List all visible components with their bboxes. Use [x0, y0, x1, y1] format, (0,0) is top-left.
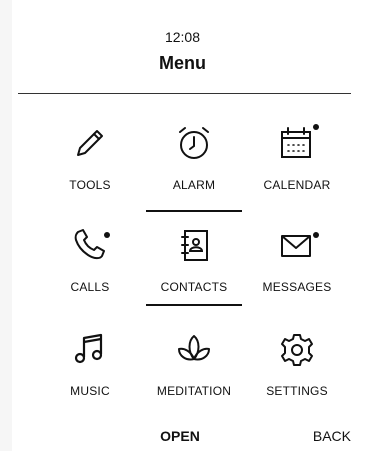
menu-item-music[interactable]: MUSIC [35, 332, 145, 412]
menu-item-contacts[interactable]: CONTACTS [139, 228, 249, 308]
menu-item-calls[interactable]: CALLS [35, 228, 145, 308]
page-title: Menu [159, 53, 206, 73]
menu-item-label: MESSAGES [262, 280, 332, 294]
menu-item-settings[interactable]: SETTINGS [242, 332, 352, 412]
envelope-icon [242, 228, 352, 268]
menu-item-alarm[interactable]: ALARM [139, 126, 249, 206]
notification-badge [104, 232, 110, 238]
status-time: 12:08 [164, 29, 201, 45]
softkey-back[interactable]: BACK [313, 428, 351, 444]
calendar-icon [242, 126, 352, 166]
alarm-clock-icon [139, 126, 249, 166]
menu-item-label: MEDITATION [156, 384, 232, 398]
selection-bottom-rule [146, 304, 242, 306]
lotus-icon [139, 332, 249, 372]
menu-item-tools[interactable]: TOOLS [35, 126, 145, 206]
menu-item-label: CALENDAR [263, 178, 331, 192]
contacts-book-icon [139, 228, 249, 268]
menu-item-calendar[interactable]: CALENDAR [242, 124, 352, 206]
music-note-icon [35, 332, 145, 372]
menu-item-label: CALLS [70, 280, 110, 294]
menu-item-label: ALARM [172, 178, 216, 192]
menu-item-meditation[interactable]: MEDITATION [139, 332, 249, 412]
menu-item-messages[interactable]: MESSAGES [242, 228, 352, 308]
menu-item-label: MUSIC [70, 384, 110, 398]
phone-icon [35, 228, 145, 268]
notification-badge [313, 124, 319, 130]
header-divider [18, 93, 351, 94]
notification-badge [313, 232, 319, 238]
gear-icon [242, 332, 352, 372]
pencil-icon [35, 126, 145, 166]
selection-top-rule [146, 210, 242, 212]
softkey-open[interactable]: OPEN [125, 428, 235, 444]
menu-item-label: SETTINGS [266, 384, 328, 398]
menu-item-label: TOOLS [69, 178, 111, 192]
menu-item-label: CONTACTS [160, 280, 228, 294]
